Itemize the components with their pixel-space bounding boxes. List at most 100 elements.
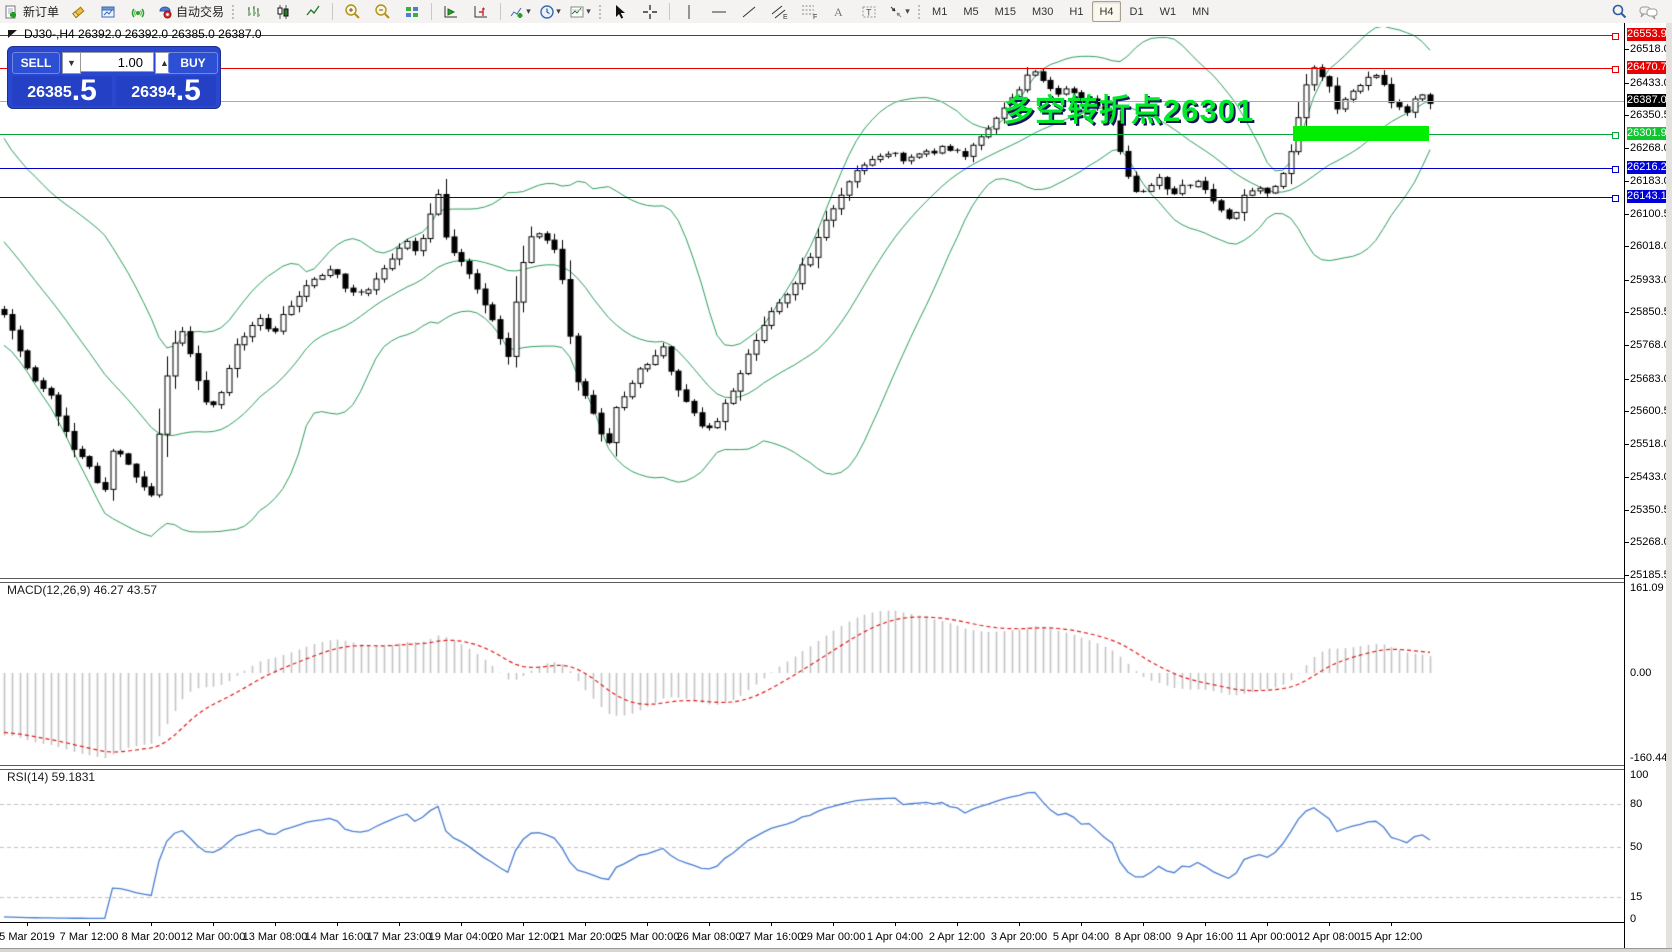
timeframe-button-h4[interactable]: H4	[1092, 1, 1120, 22]
templates-button[interactable]: ▾	[566, 1, 594, 23]
level-line-handle[interactable]	[1612, 132, 1619, 139]
axis-tick-mark	[1625, 411, 1629, 412]
autotrading-label: 自动交易	[176, 3, 224, 20]
signals-button[interactable]	[124, 1, 152, 23]
time-tick-label: 14 Mar 16:00	[305, 931, 370, 943]
new-order-label: 新订单	[23, 3, 59, 20]
indicators-button[interactable]: ▾	[506, 1, 534, 23]
pivot-highlight-rect[interactable]	[1293, 126, 1429, 141]
cursor-button[interactable]	[606, 1, 634, 23]
price-chart-canvas[interactable]	[0, 23, 1624, 951]
price-tick-label: 25185.5	[1630, 569, 1670, 581]
macd-tick-label: 0.00	[1630, 667, 1651, 679]
sell-price-box[interactable]: 26385.5	[12, 76, 112, 106]
volume-input[interactable]: 1.00	[80, 52, 154, 72]
level-line-handle[interactable]	[1612, 33, 1619, 40]
rsi-label: RSI(14) 59.1831	[7, 770, 95, 784]
autotrading-robot-icon	[157, 4, 173, 20]
horizontal-level-line[interactable]	[0, 168, 1612, 169]
indicators-icon	[509, 4, 525, 20]
svg-text:T: T	[866, 7, 872, 17]
timeframe-button-m5[interactable]: M5	[956, 1, 985, 22]
tile-windows-button[interactable]	[398, 1, 426, 23]
timeframe-button-m1[interactable]: M1	[925, 1, 954, 22]
candlestick-chart-button[interactable]	[269, 1, 297, 23]
line-chart-button[interactable]	[299, 1, 327, 23]
vertical-line-button[interactable]	[675, 1, 703, 23]
axis-tick-mark	[1625, 115, 1629, 116]
search-button[interactable]	[1605, 1, 1633, 23]
trendline-button[interactable]	[735, 1, 763, 23]
new-order-button[interactable]: 新订单	[1, 1, 62, 23]
chart-window-icon	[100, 4, 116, 20]
price-tick-label: 26100.5	[1630, 208, 1670, 220]
zoom-out-button[interactable]	[368, 1, 396, 23]
sell-button[interactable]: SELL	[12, 52, 60, 74]
current-price-line[interactable]	[0, 101, 1624, 102]
axis-tick-mark	[1625, 542, 1629, 543]
metaeditor-icon	[70, 4, 86, 20]
pivot-annotation: 多空转折点26301	[1003, 85, 1254, 130]
chart-header: DJ30-,H4 26392.0 26392.0 26385.0 26387.0	[24, 27, 262, 41]
crosshair-button[interactable]	[636, 1, 664, 23]
axis-tick-mark	[1625, 83, 1629, 84]
template-icon	[569, 4, 585, 20]
clock-icon	[539, 4, 555, 20]
chat-button[interactable]	[1635, 1, 1663, 23]
price-tick-label: 26350.5	[1630, 109, 1670, 121]
price-tick-label: 26518.0	[1630, 43, 1670, 55]
toolbar-separator	[669, 3, 670, 20]
level-line-handle[interactable]	[1612, 66, 1619, 73]
buy-button[interactable]: BUY	[168, 52, 218, 74]
auto-scroll-button[interactable]	[437, 1, 465, 23]
volume-down-button[interactable]: ▼	[62, 52, 81, 74]
time-tick-label: 12 Apr 08:00	[1298, 931, 1360, 943]
text-label-button[interactable]: T	[855, 1, 883, 23]
strategy-tester-button[interactable]	[94, 1, 122, 23]
metaeditor-button[interactable]	[64, 1, 92, 23]
price-axis[interactable]: 26518.026433.026350.526268.026183.026100…	[1624, 23, 1667, 951]
autotrading-button[interactable]: 自动交易	[154, 1, 227, 23]
horizontal-level-line[interactable]	[0, 68, 1612, 69]
equidistant-channel-button[interactable]: E	[765, 1, 793, 23]
timeframe-button-w1[interactable]: W1	[1153, 1, 1184, 22]
timeframe-button-h1[interactable]: H1	[1062, 1, 1090, 22]
dropdown-caret: ▾	[905, 6, 910, 17]
macd-pane-splitter[interactable]	[0, 578, 1624, 583]
time-tick-label: 7 Mar 12:00	[60, 931, 119, 943]
timeframe-button-mn[interactable]: MN	[1185, 1, 1216, 22]
zoom-in-button[interactable]	[338, 1, 366, 23]
timeframe-button-m30[interactable]: M30	[1025, 1, 1060, 22]
chat-icon	[1639, 4, 1659, 20]
timeframe-button-m15[interactable]: M15	[988, 1, 1023, 22]
level-line-handle[interactable]	[1612, 195, 1619, 202]
window-bottom-edge	[0, 948, 1672, 952]
time-tick-label: 27 Mar 16:00	[739, 931, 804, 943]
time-tick-label: 11 Apr 00:00	[1236, 931, 1298, 943]
text-button[interactable]: A	[825, 1, 853, 23]
trendline-icon	[741, 4, 757, 20]
price-tick-label: 25683.0	[1630, 373, 1670, 385]
axis-tick-mark	[1625, 49, 1629, 50]
price-level-badge: 26470.7	[1627, 61, 1666, 74]
periods-button[interactable]: ▾	[536, 1, 564, 23]
shapes-button[interactable]: ▾	[885, 1, 913, 23]
level-line-handle[interactable]	[1612, 166, 1619, 173]
zoom-in-icon	[344, 3, 361, 20]
buy-price-box[interactable]: 26394.5	[116, 76, 216, 106]
horizontal-level-line[interactable]	[0, 197, 1612, 198]
toolbar-drag-handle	[917, 4, 921, 20]
rsi-tick-label: 15	[1630, 891, 1642, 903]
bar-chart-button[interactable]	[239, 1, 267, 23]
price-tick-label: 25600.5	[1630, 405, 1670, 417]
rsi-pane-splitter[interactable]	[0, 765, 1624, 770]
fibonacci-button[interactable]: F	[795, 1, 823, 23]
timeframe-button-d1[interactable]: D1	[1123, 1, 1151, 22]
one-click-trading-panel: SELL ▼ 1.00 ▲ BUY 26385.5 26394.5	[8, 47, 220, 108]
crosshair-icon	[642, 4, 658, 20]
panel-collapse-arrow[interactable]	[8, 30, 17, 38]
chart-shift-button[interactable]	[467, 1, 495, 23]
price-level-badge: 26301.9	[1627, 127, 1666, 140]
horizontal-line-button[interactable]	[705, 1, 733, 23]
time-tick-label: 2 Apr 12:00	[929, 931, 985, 943]
